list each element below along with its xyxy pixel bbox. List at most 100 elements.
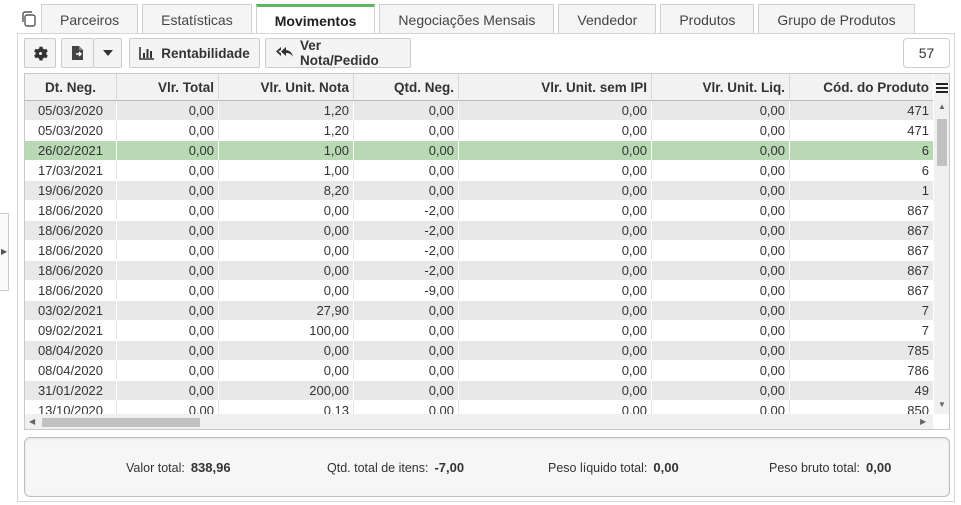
cell-dt-neg: 18/06/2020 [25, 221, 117, 240]
horizontal-scroll-thumb[interactable] [42, 418, 200, 427]
copy-icon[interactable] [20, 10, 38, 28]
side-panel-toggle[interactable]: ▶ [0, 213, 9, 291]
cell-vlr-unit-sem-ipi: 0,00 [459, 141, 652, 160]
rentabilidade-button[interactable]: Rentabilidade [129, 38, 260, 68]
table-row[interactable]: 31/01/2022 0,00 200,00 0,00 0,00 0,00 49 [25, 381, 933, 401]
cell-vlr-unit-nota: 200,00 [219, 381, 354, 400]
cell-vlr-unit-nota: 0,00 [219, 241, 354, 260]
movimentos-grid[interactable]: Dt. Neg. Vlr. Total Vlr. Unit. Nota Qtd.… [24, 73, 950, 430]
cell-qtd-neg: -9,00 [354, 281, 459, 300]
cell-dt-neg: 05/03/2020 [25, 101, 117, 120]
cell-vlr-unit-sem-ipi: 0,00 [459, 321, 652, 340]
cell-cod-produto: 6 [921, 163, 929, 178]
cell-qtd-neg: 0,00 [354, 161, 459, 180]
table-row[interactable]: 03/02/2021 0,00 27,90 0,00 0,00 0,00 7 [25, 301, 933, 321]
peso-bruto-total: Peso bruto total: 0,00 [769, 460, 891, 475]
peso-bruto-label: Peso bruto total: [769, 461, 861, 475]
cell-vlr-total: 0,00 [117, 361, 219, 380]
table-row[interactable]: 18/06/2020 0,00 0,00 -2,00 0,00 0,00 867 [25, 201, 933, 221]
cell-dt-neg: 03/02/2021 [25, 301, 117, 320]
column-header-dt-neg[interactable]: Dt. Neg. [25, 74, 117, 100]
scroll-down-icon[interactable]: ▼ [938, 401, 946, 409]
table-row[interactable]: 08/04/2020 0,00 0,00 0,00 0,00 0,00 785 [25, 341, 933, 361]
table-row[interactable]: 09/02/2021 0,00 100,00 0,00 0,00 0,00 7 [25, 321, 933, 341]
cell-vlr-unit-liq: 0,00 [652, 321, 790, 340]
tab-parceiros[interactable]: Parceiros [41, 4, 139, 34]
table-row[interactable]: 18/06/2020 0,00 0,00 -2,00 0,00 0,00 867 [25, 261, 933, 281]
table-row[interactable]: 18/06/2020 0,00 0,00 -2,00 0,00 0,00 867 [25, 221, 933, 241]
cell-vlr-unit-sem-ipi: 0,00 [459, 381, 652, 400]
reply-all-icon [276, 47, 293, 59]
column-header-vlr-unit-liq[interactable]: Vlr. Unit. Liq. [652, 74, 790, 100]
cell-vlr-unit-sem-ipi: 0,00 [459, 241, 652, 260]
cell-vlr-unit-nota: 1,00 [219, 141, 354, 160]
column-header-qtd-neg[interactable]: Qtd. Neg. [354, 74, 459, 100]
settings-button[interactable] [24, 38, 56, 68]
cell-cod-produto: 867 [907, 223, 929, 238]
export-button-group [61, 38, 122, 68]
column-header-vlr-unit-nota[interactable]: Vlr. Unit. Nota [219, 74, 354, 100]
export-file-icon [71, 45, 85, 61]
qtd-total-itens: Qtd. total de itens: -7,00 [327, 460, 464, 475]
cell-dt-neg: 09/02/2021 [25, 321, 117, 340]
peso-bruto-value: 0,00 [866, 460, 892, 475]
export-dropdown-button[interactable] [94, 38, 122, 68]
cell-vlr-unit-liq: 0,00 [652, 301, 790, 320]
cell-dt-neg: 08/04/2020 [25, 341, 117, 360]
peso-liquido-value: 0,00 [653, 460, 679, 475]
horizontal-scrollbar[interactable]: ◀ ▶ [25, 414, 933, 429]
column-header-vlr-total[interactable]: Vlr. Total [117, 74, 219, 100]
table-row[interactable]: 19/06/2020 0,00 8,20 0,00 0,00 0,00 1 [25, 181, 933, 201]
cell-vlr-total: 0,00 [117, 261, 219, 280]
cell-dt-neg: 18/06/2020 [25, 281, 117, 300]
table-row[interactable]: 17/03/2021 0,00 1,00 0,00 0,00 0,00 6 [25, 161, 933, 181]
ver-nota-pedido-button[interactable]: Ver Nota/Pedido [265, 38, 411, 68]
cell-vlr-unit-sem-ipi: 0,00 [459, 301, 652, 320]
hamburger-menu-icon[interactable] [934, 74, 949, 101]
cell-vlr-unit-liq: 0,00 [652, 241, 790, 260]
cell-vlr-unit-liq: 0,00 [652, 201, 790, 220]
column-header-vlr-unit-sem-ipi[interactable]: Vlr. Unit. sem IPI [459, 74, 652, 100]
cell-vlr-unit-nota: 0,00 [219, 281, 354, 300]
table-row[interactable]: 26/02/2021 0,00 1,00 0,00 0,00 0,00 6 [25, 141, 933, 161]
valor-total: Valor total: 838,96 [126, 460, 231, 475]
table-row[interactable]: 18/06/2020 0,00 0,00 -9,00 0,00 0,00 867 [25, 281, 933, 301]
cell-qtd-neg: -2,00 [354, 261, 459, 280]
cell-vlr-unit-nota: 0,00 [219, 221, 354, 240]
tab-bar: Parceiros Estatísticas Movimentos Negoci… [41, 4, 919, 35]
tab-estatisticas[interactable]: Estatísticas [142, 4, 252, 34]
tab-grupo-de-produtos[interactable]: Grupo de Produtos [758, 4, 915, 34]
export-button[interactable] [61, 38, 94, 68]
vertical-scrollbar[interactable]: ▲ ▼ [934, 101, 949, 414]
tab-vendedor[interactable]: Vendedor [558, 4, 657, 34]
tab-movimentos[interactable]: Movimentos [255, 4, 376, 35]
table-row[interactable]: 05/03/2020 0,00 1,20 0,00 0,00 0,00 471 [25, 101, 933, 121]
cell-qtd-neg: 0,00 [354, 301, 459, 320]
valor-total-label: Valor total: [126, 461, 185, 475]
scroll-left-icon[interactable]: ◀ [29, 417, 35, 426]
vertical-scroll-thumb[interactable] [937, 119, 947, 166]
cell-vlr-total: 0,00 [117, 281, 219, 300]
cell-vlr-total: 0,00 [117, 101, 219, 120]
table-row[interactable]: 05/03/2020 0,00 1,20 0,00 0,00 0,00 471 [25, 121, 933, 141]
cell-qtd-neg: -2,00 [354, 221, 459, 240]
cell-vlr-total: 0,00 [117, 241, 219, 260]
cell-vlr-unit-sem-ipi: 0,00 [459, 101, 652, 120]
cell-dt-neg: 19/06/2020 [25, 181, 117, 200]
movimentos-panel: Rentabilidade Ver Nota/Pedido 57 Dt. Neg… [17, 33, 955, 502]
cell-vlr-unit-nota: 8,20 [219, 181, 354, 200]
cell-cod-produto: 49 [914, 383, 929, 398]
cell-vlr-unit-liq: 0,00 [652, 161, 790, 180]
table-row[interactable]: 08/04/2020 0,00 0,00 0,00 0,00 0,00 786 [25, 361, 933, 381]
cell-vlr-unit-liq: 0,00 [652, 121, 790, 140]
table-row[interactable]: 18/06/2020 0,00 0,00 -2,00 0,00 0,00 867 [25, 241, 933, 261]
scroll-right-icon[interactable]: ▶ [920, 417, 926, 426]
scroll-up-icon[interactable]: ▲ [938, 103, 946, 111]
chevron-right-icon: ▶ [1, 247, 8, 256]
cell-dt-neg: 05/03/2020 [25, 121, 117, 140]
cell-vlr-unit-sem-ipi: 0,00 [459, 261, 652, 280]
column-header-cod-produto[interactable]: Cód. do Produto [790, 74, 933, 100]
tab-produtos[interactable]: Produtos [660, 4, 755, 34]
qtd-total-value: -7,00 [434, 460, 465, 475]
tab-negociacoes-mensais[interactable]: Negociações Mensais [379, 4, 555, 34]
